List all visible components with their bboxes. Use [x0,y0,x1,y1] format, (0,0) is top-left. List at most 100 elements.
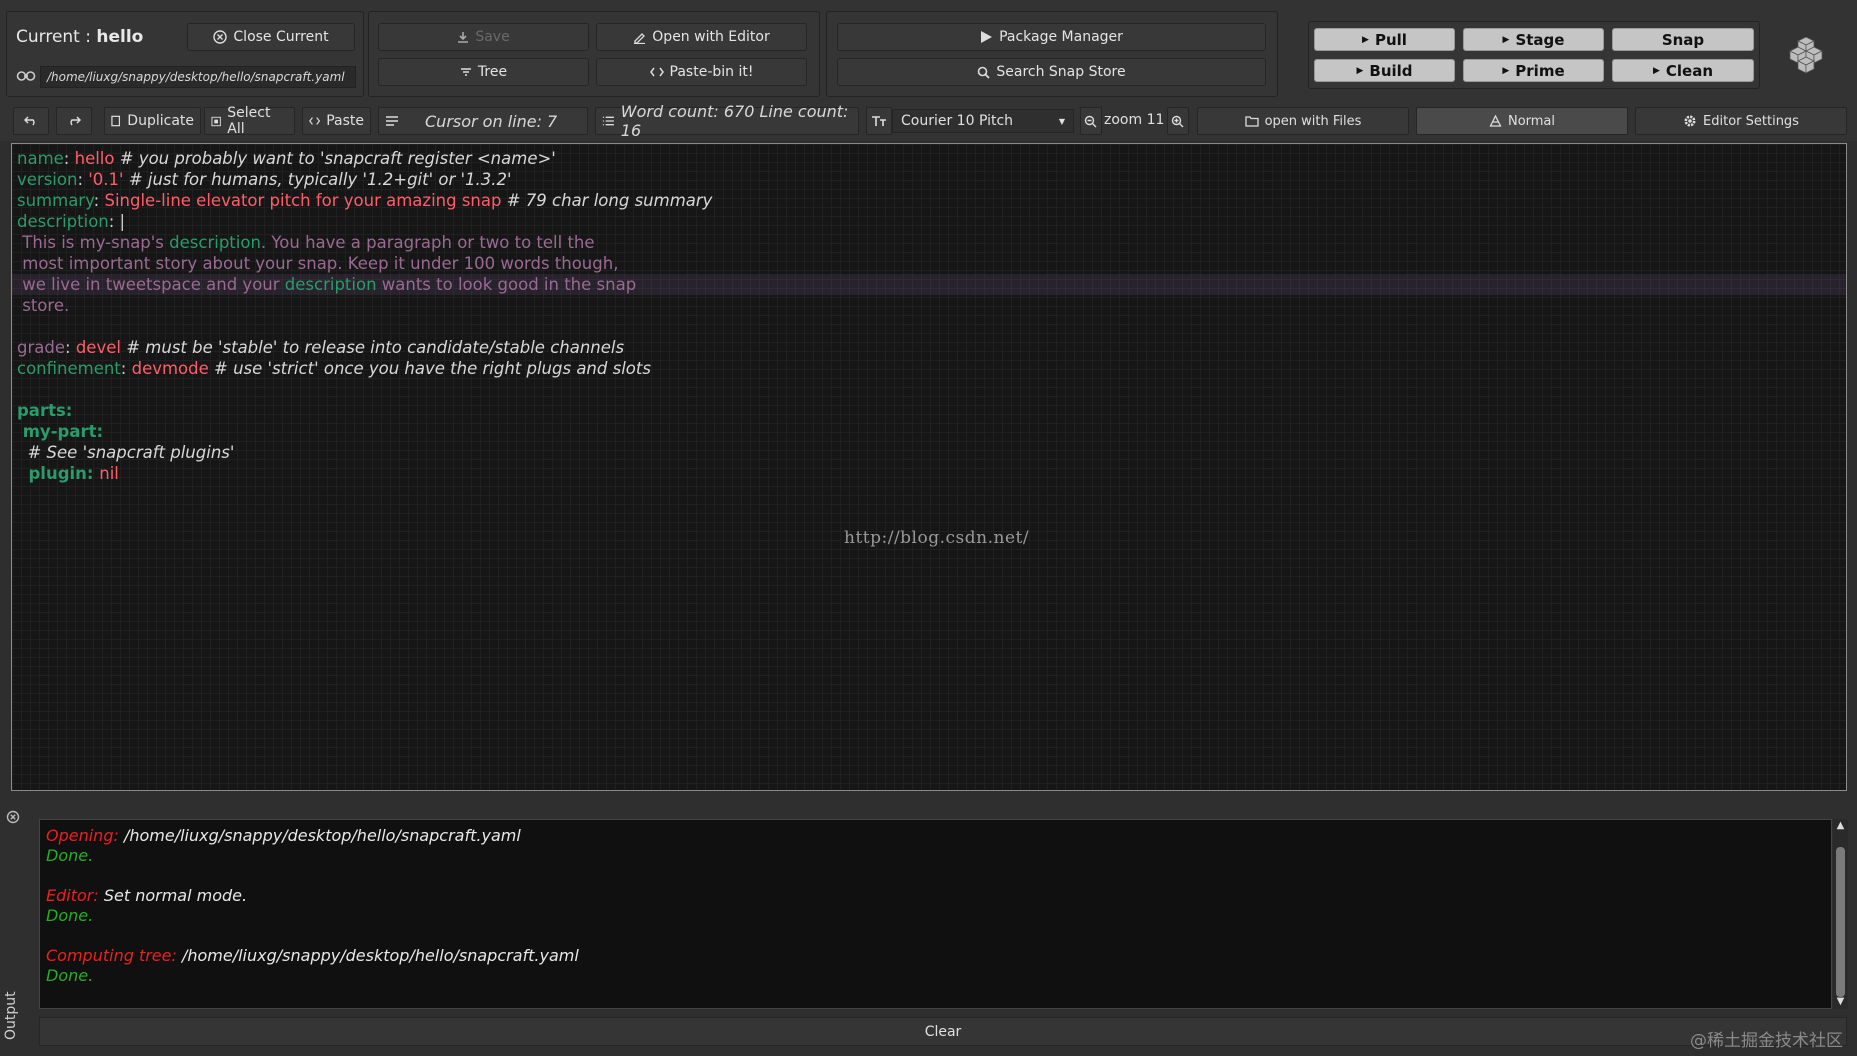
code-token: description [17,212,109,231]
code-token: # See 'snapcraft plugins' [17,443,235,462]
current-file-label: Current : hello [16,27,144,47]
undo-icon [24,116,35,126]
editor-settings-button[interactable]: Editor Settings [1635,107,1847,135]
credit-watermark: @稀土掘金技术社区 [1690,1031,1843,1051]
output-token: Editor: [46,886,104,905]
clean-button[interactable]: ▶ Clean [1612,59,1754,82]
close-current-button[interactable]: Close Current [187,23,355,51]
output-scrollbar[interactable]: ▲ ▼ [1833,819,1848,1009]
code-token: store. [17,296,70,315]
code-token: '0.1' [88,170,129,189]
prime-button[interactable]: ▶ Prime [1463,59,1604,82]
code-token: Single-line elevator pitch for your amaz… [104,191,507,210]
code-token: version [17,170,78,189]
code-token: description [284,275,377,294]
close-circle-icon [213,30,228,44]
open-with-files-button[interactable]: open with Files [1197,107,1409,135]
code-token: : [93,191,105,210]
code-token: : [120,359,132,378]
output-dock-title: Output [3,991,19,1040]
paste-button[interactable]: Paste [302,107,371,135]
font-select[interactable]: Courier 10 Pitch ▼ [892,109,1074,133]
filter-icon [460,68,471,76]
code-token: devmode [131,359,215,378]
code-line: name: hello # you probably want to 'snap… [17,148,712,169]
code-token: we live in tweetspace and your [17,275,285,294]
play-icon: ▶ [1356,65,1364,76]
zoom-out-button[interactable] [1080,107,1102,135]
select-all-icon [211,116,221,126]
zoom-level: zoom 11 [1104,112,1165,128]
code-line: confinement: devmode # use 'strict' once… [17,358,712,379]
output-line: Opening: /home/liuxg/snappy/desktop/hell… [46,826,579,846]
output-token: Opening: [46,826,124,845]
file-path-field[interactable]: /home/liuxg/snappy/desktop/hello/snapcra… [40,66,356,88]
top-panel: Current : hello Close Current /home/liux… [0,0,1857,104]
code-token: nil [99,464,119,483]
code-token: # must be 'stable' to release into candi… [126,338,625,357]
code-token: summary [17,191,94,210]
scroll-thumb[interactable] [1836,847,1845,997]
code-line: description: | [17,211,712,232]
code-token: hello [74,149,120,168]
zoom-out-icon [1084,115,1097,127]
duplicate-button[interactable]: Duplicate [104,107,201,135]
scroll-up-icon[interactable]: ▲ [1833,819,1848,833]
open-with-editor-button[interactable]: Open with Editor [596,23,807,51]
undo-button[interactable] [13,107,49,135]
paste-bin-button[interactable]: Paste-bin it! [596,58,807,86]
mode-normal-button[interactable]: Normal [1416,107,1628,135]
code-token: # you probably want to 'snapcraft regist… [119,149,556,168]
output-token: Done. [46,966,94,985]
code-token: wants to look good in the snap [376,275,637,294]
code-token: # just for humans, typically '1.2+git' o… [128,170,512,189]
code-editor[interactable]: name: hello # you probably want to 'snap… [11,143,1847,791]
scroll-down-icon[interactable]: ▼ [1833,995,1848,1009]
code-token: . You have a paragraph or two to tell th… [260,233,595,252]
zoom-in-button[interactable] [1167,107,1189,135]
paste-icon [309,117,321,125]
code-content[interactable]: name: hello # you probably want to 'snap… [17,148,712,484]
output-log: Opening: /home/liuxg/snappy/desktop/hell… [39,819,1832,1009]
stage-button[interactable]: ▶ Stage [1463,28,1604,51]
duplicate-icon [111,115,121,127]
close-output-icon[interactable] [6,810,20,824]
code-token: description [169,233,261,252]
chevron-down-icon: ▼ [1058,116,1065,126]
output-line: Done. [46,966,579,986]
code-line: my-part: [17,421,712,442]
tree-button[interactable]: Tree [378,58,589,86]
code-icon [649,67,664,77]
build-button[interactable]: ▶ Build [1314,59,1455,82]
save-button[interactable]: Save [378,23,589,51]
output-token: Computing tree: [46,946,182,965]
code-line: grade: devel # must be 'stable' to relea… [17,337,712,358]
select-all-button[interactable]: Select All [204,105,295,137]
package-manager-button[interactable]: Package Manager [837,23,1266,51]
output-token: /home/liuxg/snappy/desktop/hello/snapcra… [181,946,579,965]
pen-icon [634,32,646,44]
clear-output-button[interactable]: Clear [39,1017,1847,1046]
font-size-icon [872,116,886,126]
search-snap-store-button[interactable]: Search Snap Store [837,58,1266,86]
code-token: This is my-snap's [17,233,170,252]
redo-button[interactable] [56,107,92,135]
download-icon [458,32,469,43]
output-line: Computing tree: /home/liuxg/snappy/deskt… [46,946,579,966]
pull-button[interactable]: ▶ Pull [1314,28,1455,51]
code-token: name [17,149,64,168]
code-token: plugin: [17,464,100,483]
play-icon: ▶ [1652,65,1660,76]
folder-icon [1244,116,1259,127]
code-token: : [77,170,89,189]
cone-icon [1489,115,1502,127]
snapcraft-logo-icon [1789,37,1823,74]
code-token: my-part: [17,422,104,441]
snap-button[interactable]: Snap [1612,28,1754,51]
play-icon: ▶ [1502,34,1510,45]
code-line: most important story about your snap. Ke… [17,253,712,274]
code-token: confinement [17,359,121,378]
